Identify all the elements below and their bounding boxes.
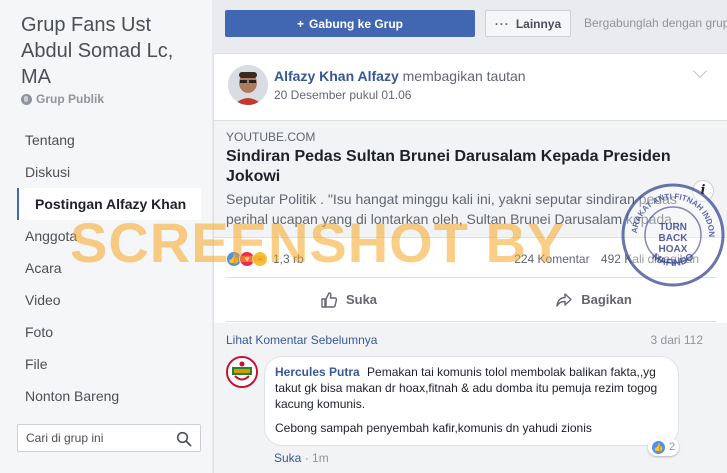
meta-separator: ·: [304, 451, 313, 465]
search-icon[interactable]: [176, 431, 192, 447]
nav-item-about[interactable]: Tentang: [17, 124, 201, 156]
group-nav: Tentang Diskusi Postingan Alfazy Khan An…: [17, 124, 201, 412]
post-card: Alfazy Khan Alfazy membagikan tautan 20 …: [213, 53, 727, 473]
commenter-name[interactable]: Hercules Putra: [275, 365, 360, 379]
share-label: Bagikan: [581, 292, 632, 307]
group-name[interactable]: Grup Fans Ust Abdul Somad Lc, MA: [21, 12, 206, 90]
post-timestamp[interactable]: 20 Desember pukul 01.06: [274, 88, 411, 102]
link-description: Seputar Politik . "Isu hangat minggu kal…: [226, 191, 684, 227]
comment-time[interactable]: 1m: [312, 451, 329, 465]
like-reaction-icon: 👍: [652, 440, 665, 454]
nav-item-members[interactable]: Anggota: [17, 220, 201, 252]
group-type-label: Grup Publik: [36, 92, 105, 106]
comments-section: Lihat Komentar Sebelumnya 3 dari 112 Her…: [214, 323, 727, 473]
join-group-label: Gabung ke Grup: [309, 16, 404, 31]
more-label: Lainnya: [515, 16, 562, 31]
plus-icon: +: [296, 16, 304, 31]
more-button[interactable]: ··· Lainnya: [485, 10, 571, 37]
nav-item-events[interactable]: Acara: [17, 252, 201, 284]
info-icon[interactable]: i: [692, 180, 714, 202]
post-action-text: membagikan tautan: [402, 68, 526, 84]
comment-bubble: Hercules Putra Pemakan tai komunis tolol…: [264, 356, 679, 446]
comment-counter: 3 dari 112: [650, 333, 703, 347]
group-search: [17, 424, 201, 452]
globe-icon: [21, 93, 32, 105]
commenter-avatar[interactable]: [226, 356, 258, 388]
comment-meta: Suka · 1m: [274, 451, 329, 465]
nav-item-discussion[interactable]: Diskusi: [17, 156, 201, 188]
group-action-bar: + Gabung ke Grup ··· Lainnya Bergabungla…: [225, 10, 727, 37]
author-name[interactable]: Alfazy Khan Alfazy: [274, 68, 399, 84]
nav-item-photos[interactable]: Foto: [17, 316, 201, 348]
link-domain: YOUTUBE.COM: [226, 130, 316, 144]
comment-reaction-badge[interactable]: 👍 2: [648, 438, 680, 456]
post-stats: 224 Komentar 492 Kali dibagikan: [506, 252, 699, 266]
post-header: Alfazy Khan Alfazy membagikan tautan: [274, 68, 526, 84]
group-sidebar: Grup Fans Ust Abdul Somad Lc, MA Grup Pu…: [0, 0, 212, 473]
comment-text-second: Cebong sampah penyembah kafir,komunis dn…: [275, 421, 592, 435]
post-actions: Suka Bagikan: [226, 277, 716, 322]
like-button[interactable]: Suka: [226, 278, 471, 321]
join-hint: Bergabunglah dengan grup: [584, 16, 727, 30]
like-label: Suka: [345, 292, 378, 307]
reaction-summary[interactable]: 👍 ♥ ᵕ 1,3 rb: [226, 250, 304, 268]
shares-count-link[interactable]: 492 Kali dibagikan: [601, 252, 699, 266]
thumbs-up-icon: [321, 291, 338, 308]
group-privacy: Grup Publik: [21, 92, 104, 106]
author-avatar[interactable]: [228, 65, 268, 105]
nav-item-files[interactable]: File: [17, 348, 201, 380]
share-button[interactable]: Bagikan: [471, 278, 716, 321]
join-group-button[interactable]: + Gabung ke Grup: [225, 10, 475, 37]
comment-reaction-count: 2: [669, 441, 676, 453]
nav-item-watch-party[interactable]: Nonton Bareng: [17, 380, 201, 412]
commenter-photo: [228, 358, 256, 386]
reaction-count: 1,3 rb: [273, 252, 304, 266]
share-icon: [556, 292, 572, 307]
chevron-down-icon[interactable]: [692, 63, 708, 79]
more-dots-icon: ···: [494, 16, 510, 31]
group-search-input[interactable]: [18, 431, 168, 445]
author-photo: [228, 65, 268, 105]
nav-item-videos[interactable]: Video: [17, 284, 201, 316]
view-previous-comments-link[interactable]: Lihat Komentar Sebelumnya: [226, 333, 377, 347]
haha-reaction-icon: ᵕ: [252, 251, 268, 267]
nav-item-member-posts[interactable]: Postingan Alfazy Khan: [17, 188, 201, 220]
link-title[interactable]: Sindiran Pedas Sultan Brunei Darusalam K…: [226, 147, 686, 187]
link-preview[interactable]: YOUTUBE.COM Sindiran Pedas Sultan Brunei…: [214, 120, 727, 238]
comment-like-link[interactable]: Suka: [274, 451, 301, 465]
comments-count-link[interactable]: 224 Komentar: [514, 252, 589, 266]
